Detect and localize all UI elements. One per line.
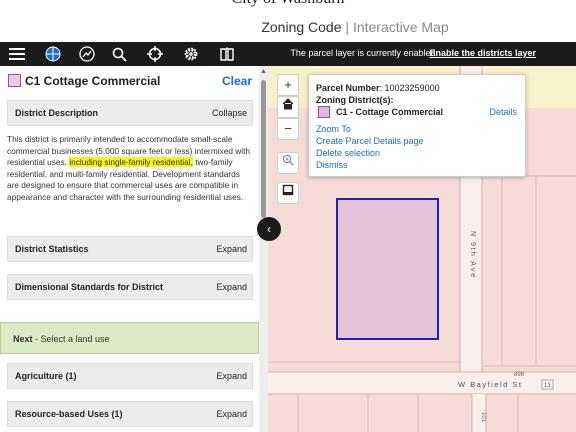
home-icon[interactable]: [277, 96, 299, 118]
crosshair-icon[interactable]: [146, 45, 164, 63]
clear-button[interactable]: Clear: [222, 74, 252, 88]
zoom-extent-icon[interactable]: [277, 152, 299, 174]
popup-zone-name: C1 - Cottage Commercial: [336, 107, 444, 117]
collapse-panel-button[interactable]: ‹: [257, 217, 281, 241]
parcel-number-label: Parcel Number: [316, 83, 380, 93]
zoning-districts-label: Zoning District(s):: [316, 95, 394, 105]
basemap-icon[interactable]: [277, 182, 299, 204]
menu-icon[interactable]: [8, 45, 26, 63]
expand-button[interactable]: Expand: [216, 244, 247, 254]
zone-title: C1 Cottage Commercial: [25, 74, 161, 88]
district-description-text: This district is primarily intended to a…: [7, 134, 253, 204]
parcel-number-value: : 10023259000: [379, 83, 440, 93]
route-shield-13: 13: [544, 383, 551, 389]
next-step-bar: Next - Select a land use: [0, 322, 259, 354]
zone-swatch-icon: [318, 106, 330, 118]
scroll-up-arrow-icon[interactable]: ▲: [260, 68, 267, 75]
route-label-101: 101: [480, 412, 486, 423]
next-bold: Next: [13, 334, 33, 344]
parcel-popup: Parcel Number: 10023259000 Zoning Distri…: [308, 74, 526, 177]
layer-status-text: The parcel layer is currently enabled.: [290, 48, 438, 58]
next-step-label: Next - Select a land use: [13, 334, 110, 344]
page-subtitle: Zoning Code | Interactive Map: [0, 19, 576, 35]
next-text: - Select a land use: [32, 334, 110, 344]
globe-icon[interactable]: [44, 45, 62, 63]
zone-color-swatch: [8, 74, 21, 87]
gear-icon[interactable]: [182, 45, 200, 63]
agriculture-section[interactable]: Agriculture (1) Expand: [7, 363, 253, 389]
description-highlight: including single-family residential,: [69, 157, 193, 168]
panel-scrollbar[interactable]: ▲: [259, 66, 268, 432]
route-label-898: 898: [514, 372, 525, 378]
expand-button[interactable]: Expand: [216, 409, 247, 419]
search-icon[interactable]: [110, 45, 128, 63]
section-label: District Statistics: [15, 244, 89, 254]
delete-selection-link[interactable]: Delete selection: [316, 148, 380, 158]
district-panel: C1 Cottage Commercial Clear District Des…: [0, 66, 268, 432]
dimensional-standards-section[interactable]: Dimensional Standards for District Expan…: [7, 274, 253, 300]
site-title: City of Washburn: [0, 0, 576, 8]
section-label: Agriculture (1): [15, 371, 77, 381]
selected-parcel[interactable]: [336, 198, 439, 340]
district-statistics-section[interactable]: District Statistics Expand: [7, 236, 253, 262]
zoom-in-button[interactable]: +: [277, 74, 299, 96]
scroll-thumb[interactable]: [261, 80, 266, 218]
section-label: District Description: [15, 108, 99, 118]
subtitle-zoning-code: Zoning Code: [261, 19, 342, 35]
toolbar: The parcel layer is currently enabled. E…: [0, 42, 576, 66]
create-parcel-details-link[interactable]: Create Parcel Details page: [316, 136, 424, 146]
zoom-to-link[interactable]: Zoom To: [316, 124, 351, 134]
zoom-out-button[interactable]: −: [277, 118, 299, 140]
street-label-bayfield: W Bayfield St: [458, 380, 523, 389]
subtitle-interactive-map: Interactive Map: [352, 19, 449, 35]
parcel-number-row: Parcel Number: 10023259000: [316, 83, 440, 93]
expand-button[interactable]: Expand: [216, 282, 247, 292]
section-label: Dimensional Standards for District: [15, 282, 164, 292]
zone-header: C1 Cottage Commercial Clear: [8, 73, 252, 89]
book-icon[interactable]: [218, 45, 236, 63]
enable-districts-link[interactable]: Enable the districts layer: [429, 48, 536, 58]
resource-based-uses-section[interactable]: Resource-based Uses (1) Expand: [7, 401, 253, 427]
district-description-section[interactable]: District Description Collapse: [7, 100, 253, 126]
details-link[interactable]: Details: [489, 107, 517, 117]
subtitle-separator: |: [345, 19, 350, 35]
chart-icon[interactable]: [78, 45, 96, 63]
street-label-9th-ave: N 9th Ave: [469, 231, 476, 279]
section-label: Resource-based Uses (1): [15, 409, 123, 419]
collapse-button[interactable]: Collapse: [212, 108, 247, 118]
map-controls: + −: [277, 74, 299, 204]
dismiss-link[interactable]: Dismiss: [316, 160, 348, 170]
expand-button[interactable]: Expand: [216, 371, 247, 381]
